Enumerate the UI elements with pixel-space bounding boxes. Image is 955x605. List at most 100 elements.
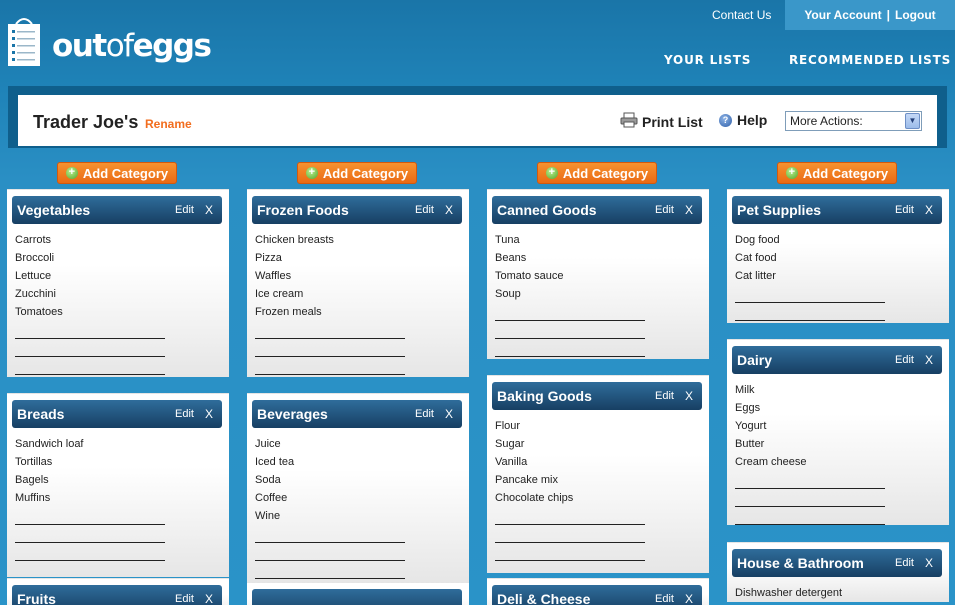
list-item[interactable]: Sandwich loaf: [15, 435, 165, 453]
blank-item-input[interactable]: [735, 489, 885, 507]
list-item[interactable]: Beans: [495, 249, 645, 267]
delete-category-button[interactable]: X: [205, 592, 213, 605]
list-item[interactable]: Eggs: [735, 399, 885, 417]
delete-category-button[interactable]: X: [445, 407, 453, 421]
blank-item-input[interactable]: [15, 357, 165, 375]
list-item[interactable]: Vanilla: [495, 453, 645, 471]
list-item[interactable]: Soup: [495, 285, 645, 303]
edit-category-button[interactable]: Edit: [175, 204, 194, 216]
blank-item-input[interactable]: [255, 339, 405, 357]
delete-category-button[interactable]: X: [445, 203, 453, 217]
list-item[interactable]: Dog food: [735, 231, 885, 249]
add-category-button[interactable]: + Add Category: [537, 162, 657, 184]
blank-item-input[interactable]: [495, 543, 645, 561]
edit-category-button[interactable]: Edit: [175, 408, 194, 420]
delete-category-button[interactable]: X: [205, 407, 213, 421]
edit-category-button[interactable]: Edit: [895, 204, 914, 216]
list-item[interactable]: Tuna: [495, 231, 645, 249]
list-item[interactable]: Lettuce: [15, 267, 165, 285]
edit-category-button[interactable]: Edit: [655, 390, 674, 402]
nav-recommended-lists[interactable]: RECOMMENDED LISTS: [789, 53, 951, 67]
contact-us-link[interactable]: Contact Us: [712, 8, 771, 22]
separator: |: [886, 8, 891, 22]
delete-category-button[interactable]: X: [685, 203, 693, 217]
list-item[interactable]: Dishwasher detergent: [735, 584, 842, 602]
logo[interactable]: outofeggs: [6, 16, 212, 68]
list-item[interactable]: Waffles: [255, 267, 405, 285]
blank-item-input[interactable]: [735, 471, 885, 489]
list-item[interactable]: Cream cheese: [735, 453, 885, 471]
list-item[interactable]: Frozen meals: [255, 303, 405, 321]
blank-item-input[interactable]: [255, 357, 405, 375]
list-item[interactable]: Broccoli: [15, 249, 165, 267]
list-item[interactable]: Bagels: [15, 471, 165, 489]
edit-category-button[interactable]: Edit: [415, 408, 434, 420]
list-item[interactable]: Tomatoes: [15, 303, 165, 321]
blank-item-input[interactable]: [495, 303, 645, 321]
your-account-link[interactable]: Your Account: [804, 8, 881, 22]
delete-category-button[interactable]: X: [205, 203, 213, 217]
delete-category-button[interactable]: X: [925, 556, 933, 570]
list-item[interactable]: Wine: [255, 507, 405, 525]
list-item[interactable]: Pizza: [255, 249, 405, 267]
blank-item-input[interactable]: [495, 507, 645, 525]
list-item[interactable]: Chocolate chips: [495, 489, 645, 507]
list-item[interactable]: Ice cream: [255, 285, 405, 303]
print-list-button[interactable]: Print List: [620, 112, 703, 131]
blank-item-input[interactable]: [15, 339, 165, 357]
list-item[interactable]: Butter: [735, 435, 885, 453]
list-item[interactable]: Juice: [255, 435, 405, 453]
add-category-button[interactable]: + Add Category: [57, 162, 177, 184]
list-item[interactable]: Carrots: [15, 231, 165, 249]
delete-category-button[interactable]: X: [925, 203, 933, 217]
delete-category-button[interactable]: X: [685, 389, 693, 403]
list-item[interactable]: Tortillas: [15, 453, 165, 471]
list-item[interactable]: Soda: [255, 471, 405, 489]
delete-category-button[interactable]: X: [685, 592, 693, 605]
nav-your-lists[interactable]: YOUR LISTS: [664, 53, 751, 67]
blank-item-input[interactable]: [255, 561, 405, 579]
edit-category-button[interactable]: Edit: [895, 354, 914, 366]
edit-category-button[interactable]: Edit: [415, 204, 434, 216]
blank-item-input[interactable]: [735, 507, 885, 525]
list-item[interactable]: Coffee: [255, 489, 405, 507]
blank-item-input[interactable]: [495, 525, 645, 543]
list-item[interactable]: Muffins: [15, 489, 165, 507]
list-item[interactable]: Pancake mix: [495, 471, 645, 489]
list-item[interactable]: Iced tea: [255, 453, 405, 471]
rename-link[interactable]: Rename: [145, 117, 192, 131]
list-item[interactable]: Cat litter: [735, 267, 885, 285]
blank-item-input[interactable]: [15, 525, 165, 543]
blank-item-input[interactable]: [255, 321, 405, 339]
help-button[interactable]: ? Help: [719, 112, 767, 128]
list-item[interactable]: Chicken breasts: [255, 231, 405, 249]
edit-category-button[interactable]: Edit: [655, 593, 674, 605]
list-item[interactable]: Tomato sauce: [495, 267, 645, 285]
blank-item-input[interactable]: [255, 525, 405, 543]
delete-category-button[interactable]: X: [925, 353, 933, 367]
more-actions-select[interactable]: More Actions: ▼: [785, 111, 922, 131]
blank-item-input[interactable]: [255, 543, 405, 561]
blank-item-input[interactable]: [735, 303, 885, 321]
list-item[interactable]: Zucchini: [15, 285, 165, 303]
blank-item-input[interactable]: [735, 285, 885, 303]
list-item[interactable]: Milk: [735, 381, 885, 399]
list-item[interactable]: Cat food: [735, 249, 885, 267]
add-category-label: Add Category: [562, 165, 649, 181]
list-item[interactable]: Flour: [495, 417, 645, 435]
chevron-down-icon[interactable]: ▼: [905, 113, 920, 129]
add-category-button[interactable]: + Add Category: [297, 162, 417, 184]
blank-item-input[interactable]: [15, 321, 165, 339]
list-item[interactable]: Yogurt: [735, 417, 885, 435]
edit-category-button[interactable]: Edit: [655, 204, 674, 216]
blank-item-input[interactable]: [15, 543, 165, 561]
add-category-button[interactable]: + Add Category: [777, 162, 897, 184]
blank-item-input[interactable]: [495, 321, 645, 339]
logout-link[interactable]: Logout: [895, 8, 936, 22]
list-item[interactable]: Sugar: [495, 435, 645, 453]
edit-category-button[interactable]: Edit: [175, 593, 194, 605]
blank-item-input[interactable]: [15, 507, 165, 525]
blank-item-input[interactable]: [495, 339, 645, 357]
category-card-beverages: Beverages Edit X Juice Iced tea Soda Coffee Win…: [247, 393, 469, 583]
edit-category-button[interactable]: Edit: [895, 557, 914, 569]
